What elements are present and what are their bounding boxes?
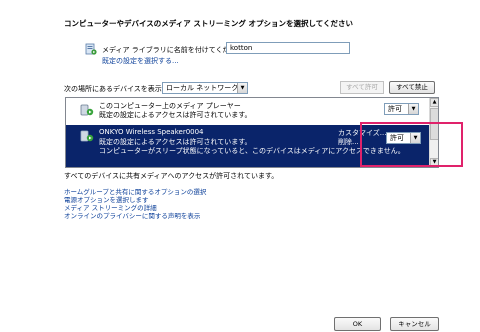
scroll-up-icon[interactable]: ▲ bbox=[430, 98, 438, 107]
device-name: ONKYO Wireless Speaker0004 bbox=[99, 128, 204, 136]
ok-button[interactable]: OK bbox=[334, 317, 381, 331]
permission-value: 許可 bbox=[388, 105, 402, 113]
library-name-label: メディア ライブラリに名前を付けてください: bbox=[102, 46, 246, 54]
show-devices-label: 次の場所にあるデバイスを表示: bbox=[64, 85, 165, 93]
chevron-down-icon[interactable]: ▼ bbox=[237, 83, 247, 93]
block-all-button[interactable]: すべて禁止 bbox=[389, 81, 435, 94]
media-library-icon bbox=[85, 43, 97, 55]
device-status: 既定の設定によるアクセスは許可されています。 bbox=[99, 111, 252, 119]
allow-all-button[interactable]: すべて許可 bbox=[340, 81, 384, 94]
library-name-input[interactable] bbox=[226, 42, 350, 54]
device-location-select[interactable]: ローカル ネットワーク ▼ bbox=[162, 82, 248, 94]
cancel-button[interactable]: キャンセル bbox=[390, 317, 439, 331]
device-row[interactable]: このコンピューター上のメディア プレーヤー 既定の設定によるアクセスは許可されて… bbox=[66, 98, 431, 123]
choose-default-settings-link[interactable]: 既定の設定を選択する... bbox=[102, 56, 179, 66]
highlight-box bbox=[360, 122, 463, 167]
device-location-value: ローカル ネットワーク bbox=[166, 84, 237, 92]
privacy-statement-link[interactable]: オンラインのプライバシーに関する声明を表示 bbox=[64, 210, 200, 220]
page-heading: コンピューターやデバイスのメディア ストリーミング オプションを選択してください bbox=[64, 19, 354, 28]
permission-select[interactable]: 許可 ▼ bbox=[384, 103, 419, 115]
media-device-icon bbox=[80, 130, 94, 142]
media-device-icon bbox=[80, 104, 94, 116]
access-summary: すべてのデバイスに共有メディアへのアクセスが許可されています。 bbox=[64, 172, 279, 180]
chevron-down-icon[interactable]: ▼ bbox=[408, 104, 418, 114]
remove-link[interactable]: 削除... bbox=[338, 137, 359, 147]
